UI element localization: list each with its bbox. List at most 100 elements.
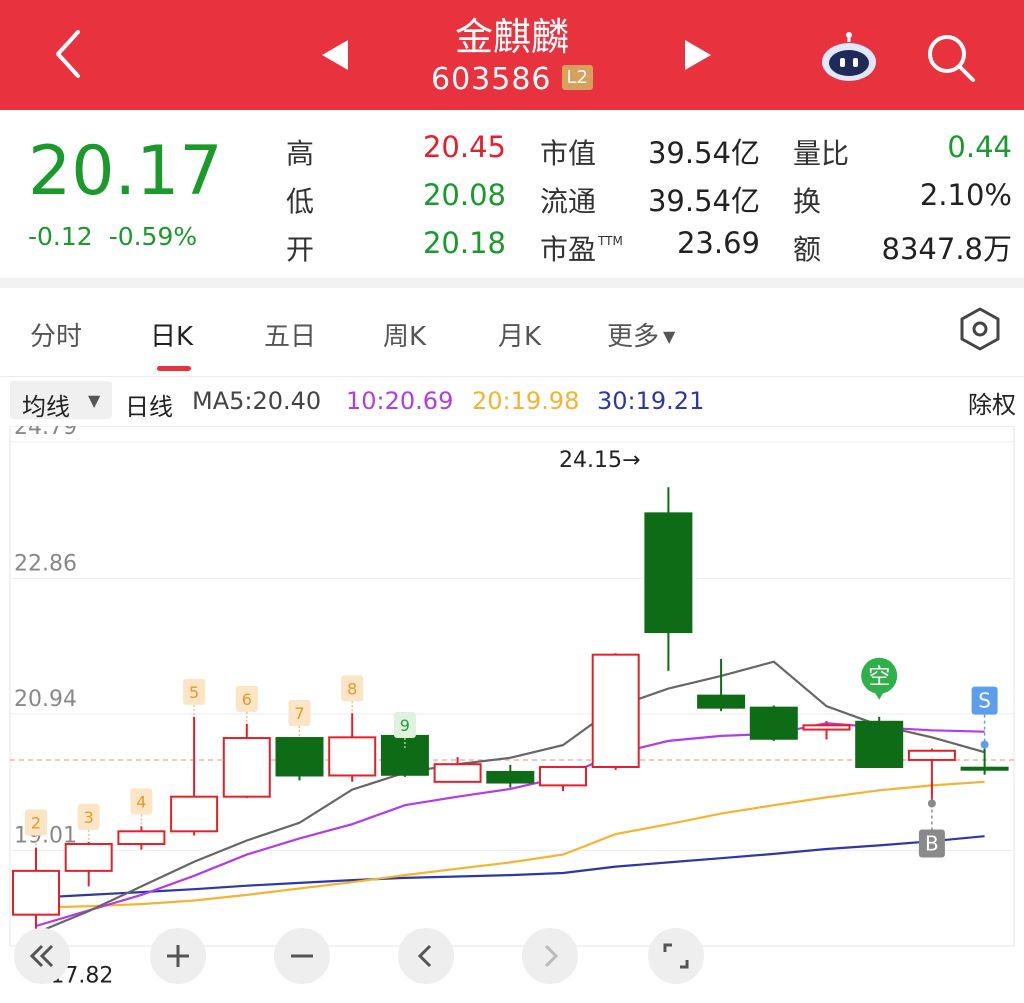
adjust-toggle[interactable]: 除权	[968, 385, 1016, 420]
tab-daily-k[interactable]: 日K	[150, 316, 193, 353]
day-count-label: 7	[294, 704, 304, 723]
search-button[interactable]	[925, 32, 977, 86]
line-type: 日线	[125, 393, 173, 421]
tab-intraday[interactable]: 分时	[30, 316, 82, 353]
fullscreen-icon	[663, 943, 689, 969]
candle	[117, 826, 166, 850]
candle-body	[749, 706, 798, 740]
candle-body	[380, 734, 429, 776]
candle	[749, 705, 798, 741]
trade-signal: 空	[861, 657, 898, 700]
low-label: 低	[286, 185, 315, 218]
day-count-label: 2	[31, 814, 41, 833]
candle-body	[539, 766, 587, 787]
tab-weekly-k[interactable]: 周K	[383, 316, 426, 353]
turnover-value: 2.10%	[919, 178, 1012, 212]
candle	[275, 737, 324, 781]
day-count-label: 5	[189, 683, 199, 702]
high-label: 高	[286, 137, 315, 170]
trade-signal: S	[971, 686, 998, 749]
amount-label: 额	[793, 233, 822, 266]
quote-panel: 20.17 -0.12 -0.59% 高 20.45 低 20.08 开 20.1…	[0, 110, 1024, 278]
chart-settings-button[interactable]	[958, 306, 1002, 356]
ma5-value: MA5:20.40	[192, 387, 322, 415]
market-cap-label: 市值	[540, 137, 597, 170]
signal-dot	[980, 740, 989, 749]
y-tick-label: 20.94	[14, 687, 77, 712]
day-count-marker: 7	[288, 700, 311, 739]
candle-body	[275, 737, 324, 777]
pe-value: 23.69	[676, 226, 760, 260]
candle-body	[802, 724, 851, 731]
signal-label: 空	[868, 665, 890, 690]
volume-ratio-label: 量比	[793, 137, 850, 170]
last-price: 20.17	[28, 132, 223, 211]
candle	[855, 716, 904, 769]
plus-icon	[167, 945, 189, 967]
signal-pointer	[873, 689, 886, 700]
turnover-label: 换	[793, 185, 822, 218]
ma30-value: 30:19.21	[597, 387, 705, 415]
trade-signal: B	[918, 799, 945, 858]
day-count-label: 9	[400, 716, 410, 735]
candle-body	[591, 653, 640, 769]
search-icon	[928, 35, 975, 82]
pe-label: 市盈 TTM	[540, 233, 623, 266]
candle	[539, 766, 587, 792]
candle-body	[486, 770, 535, 784]
robot-icon	[822, 32, 876, 81]
hexagon-settings-icon	[960, 307, 1000, 351]
day-count-marker: 6	[235, 685, 258, 724]
day-count-label: 4	[136, 792, 146, 811]
tab-five-day[interactable]: 五日	[264, 316, 316, 353]
candle-body	[328, 736, 377, 777]
candle	[697, 658, 746, 712]
y-tick-label: 22.86	[14, 551, 77, 576]
ma30-line	[35, 835, 985, 899]
candle	[591, 653, 640, 770]
tab-more[interactable]: 更多 ▼	[607, 316, 675, 353]
chevron-right-icon	[544, 944, 559, 968]
zoom-out-button[interactable]	[274, 928, 330, 984]
candle-body	[907, 749, 956, 761]
divider	[0, 278, 1024, 288]
tab-monthly-k[interactable]: 月K	[498, 316, 541, 353]
candle	[433, 757, 482, 783]
zoom-in-button[interactable]	[150, 928, 206, 984]
triangle-right-icon	[685, 40, 711, 70]
scroll-right-button[interactable]	[522, 928, 578, 984]
candle-body	[697, 694, 746, 709]
double-chevron-left-icon	[29, 944, 54, 968]
scroll-left-fast-button[interactable]	[14, 928, 70, 984]
fullscreen-button[interactable]	[648, 928, 704, 984]
signal-dot	[927, 799, 936, 808]
candle	[486, 764, 535, 788]
day-count-label: 3	[84, 808, 94, 827]
assistant-robot-button[interactable]	[818, 32, 880, 86]
price-change-percent: -0.59%	[108, 222, 198, 251]
candle-body	[64, 843, 113, 872]
market-cap-value: 39.54亿	[647, 136, 760, 170]
high-value: 20.45	[422, 130, 506, 164]
low-value: 20.08	[422, 178, 506, 212]
day-count-marker: 3	[77, 803, 100, 842]
day-count-marker: 4	[130, 788, 153, 827]
candlestick-chart[interactable]: 24.7922.8620.9419.012 345 6789空BS24.15→←17…	[0, 426, 1024, 1003]
next-stock-button[interactable]	[683, 38, 713, 76]
volume-ratio-value: 0.44	[947, 130, 1012, 164]
app-header: 金麒麟 603586 L2	[0, 0, 1024, 110]
moving-average-bar: 均线 ▼ 日线 MA5:20.40 10:20.69 20:19.98 30:1…	[0, 378, 1024, 424]
scroll-left-button[interactable]	[398, 928, 454, 984]
candle	[644, 487, 693, 671]
ttm-superscript: TTM	[598, 234, 623, 248]
day-count-label: 8	[347, 679, 357, 698]
candle-body	[644, 512, 693, 634]
day-count-marker: 5	[183, 678, 206, 717]
chevron-left-icon	[417, 944, 432, 968]
chart-frame	[9, 426, 1015, 947]
indicator-selector[interactable]: 均线 ▼	[10, 381, 112, 421]
candle-body	[222, 737, 271, 798]
candle	[170, 716, 219, 836]
candle-body	[12, 869, 60, 916]
price-change: -0.12	[28, 222, 93, 251]
